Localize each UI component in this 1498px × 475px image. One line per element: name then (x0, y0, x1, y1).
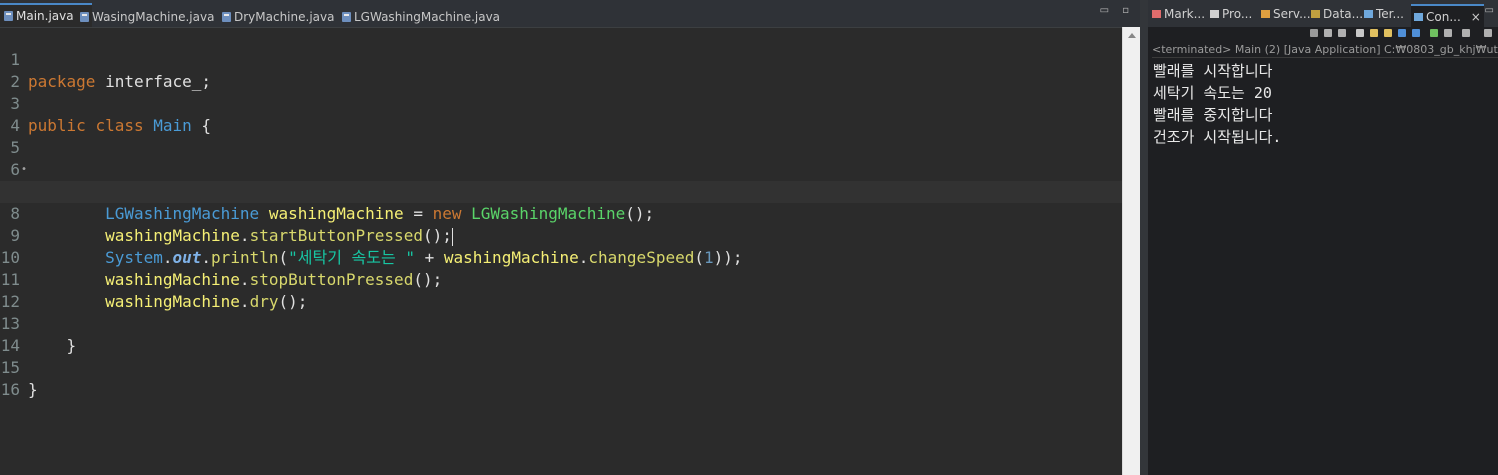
properties-icon (1210, 10, 1219, 18)
minimize-maximize-icon[interactable]: ▭ ▫ (1100, 5, 1134, 16)
console-output[interactable]: 빨래를 시작합니다 세탁기 속도는 20 빨래를 중지합니다 건조가 시작됩니다… (1153, 60, 1281, 148)
tab-markers[interactable]: Mark... (1152, 7, 1205, 21)
code-line: 14 (0, 313, 1122, 355)
terminal-icon (1364, 10, 1373, 18)
code-line: 6 (0, 137, 1122, 179)
code-line: 12 (0, 269, 1122, 311)
code-line: 4 (0, 93, 1122, 135)
remove-all-terminated-icon[interactable] (1338, 29, 1346, 37)
display-console-icon[interactable] (1444, 29, 1452, 37)
show-on-stderr-icon[interactable] (1412, 29, 1420, 37)
tab-label: Mark... (1164, 7, 1206, 21)
tab-drymachine-java[interactable]: DryMachine.java (222, 6, 334, 27)
editor-tab-bar: Main.java × WasingMachine.java DryMachin… (0, 0, 1140, 28)
servers-icon (1261, 10, 1270, 18)
remove-launch-icon[interactable] (1324, 29, 1332, 37)
tab-label: Con... (1426, 9, 1461, 24)
code-line-current: 8 washingMachine.startButtonPressed(); (0, 181, 1122, 246)
tab-terminal[interactable]: Ter... (1364, 7, 1404, 21)
close-icon[interactable]: × (1471, 10, 1481, 24)
code-line: 13 } (0, 291, 1122, 355)
vertical-scrollbar[interactable] (1122, 27, 1140, 475)
tab-lgwashingmachine-java[interactable]: LGWashingMachine.java (342, 6, 500, 27)
tab-label: WasingMachine.java (92, 9, 215, 24)
tab-wasingmachine-java[interactable]: WasingMachine.java (80, 6, 214, 27)
code-editor[interactable]: Main.java × WasingMachine.java DryMachin… (0, 0, 1140, 475)
console-line: 빨래를 시작합니다 (1153, 62, 1273, 80)
tab-label: Serv... (1273, 7, 1311, 21)
view-menu-icon[interactable] (1484, 29, 1492, 37)
code-line: 9 System.out.println("세탁기 속도는 " + washin… (0, 203, 1122, 267)
tab-properties[interactable]: Pro... (1210, 7, 1252, 21)
tab-label: Main.java (16, 9, 74, 23)
code-line: 1 package interface_; (0, 27, 1122, 91)
minimize-icon[interactable]: ▭ (1485, 5, 1494, 16)
java-file-icon (342, 11, 351, 22)
tab-main-java[interactable]: Main.java × (0, 3, 92, 27)
tab-data-source[interactable]: Data... (1311, 7, 1363, 21)
console-line: 세탁기 속도는 20 (1153, 84, 1272, 102)
code-line: 16 (0, 357, 1122, 399)
tab-label: LGWashingMachine.java (354, 9, 501, 24)
tab-servers[interactable]: Serv... (1261, 7, 1311, 21)
code-line: 2 (0, 49, 1122, 91)
scroll-lock-icon[interactable] (1370, 29, 1378, 37)
line-number: 16 (0, 380, 20, 399)
tab-label: Ter... (1376, 7, 1404, 21)
code-line: 5 • public static void main(String[] arg… (0, 115, 1122, 201)
code-line: 3 public class Main { (0, 71, 1122, 135)
scroll-up-arrow-icon[interactable] (1128, 33, 1136, 38)
terminate-icon[interactable] (1310, 29, 1318, 37)
console-toolbar (1148, 27, 1498, 41)
tab-label: Data... (1323, 7, 1364, 21)
data-source-icon (1311, 10, 1320, 18)
tab-label: Pro... (1222, 7, 1253, 21)
code-line: 10 washingMachine.stopButtonPressed(); (0, 225, 1122, 289)
tab-label: DryMachine.java (234, 9, 335, 24)
open-console-icon[interactable] (1462, 29, 1470, 37)
console-panel: Mark... Pro... Serv... Data... Ter... Co… (1148, 0, 1498, 475)
console-line: 빨래를 중지합니다 (1153, 106, 1273, 124)
code-line: 7 LGWashingMachine washingMachine = new … (0, 159, 1122, 223)
code-area[interactable]: 1 package interface_; 2 3 public class M… (0, 27, 1122, 475)
console-icon (1414, 12, 1423, 21)
java-file-icon (222, 11, 231, 22)
console-line: 건조가 시작됩니다. (1153, 128, 1282, 146)
show-on-stdout-icon[interactable] (1398, 29, 1406, 37)
word-wrap-icon[interactable] (1384, 29, 1392, 37)
console-status: <terminated> Main (2) [Java Application]… (1152, 43, 1498, 58)
view-tab-bar: Mark... Pro... Serv... Data... Ter... Co… (1148, 0, 1498, 27)
java-file-icon (4, 11, 13, 21)
java-file-icon (80, 11, 89, 22)
code-line: 11 washingMachine.dry(); (0, 247, 1122, 311)
pin-console-icon[interactable] (1430, 29, 1438, 37)
clear-console-icon[interactable] (1356, 29, 1364, 37)
tab-console[interactable]: Con... × (1411, 4, 1484, 27)
code-line: 15 } (0, 335, 1122, 399)
panel-divider[interactable] (1140, 0, 1148, 475)
markers-icon (1152, 10, 1161, 18)
